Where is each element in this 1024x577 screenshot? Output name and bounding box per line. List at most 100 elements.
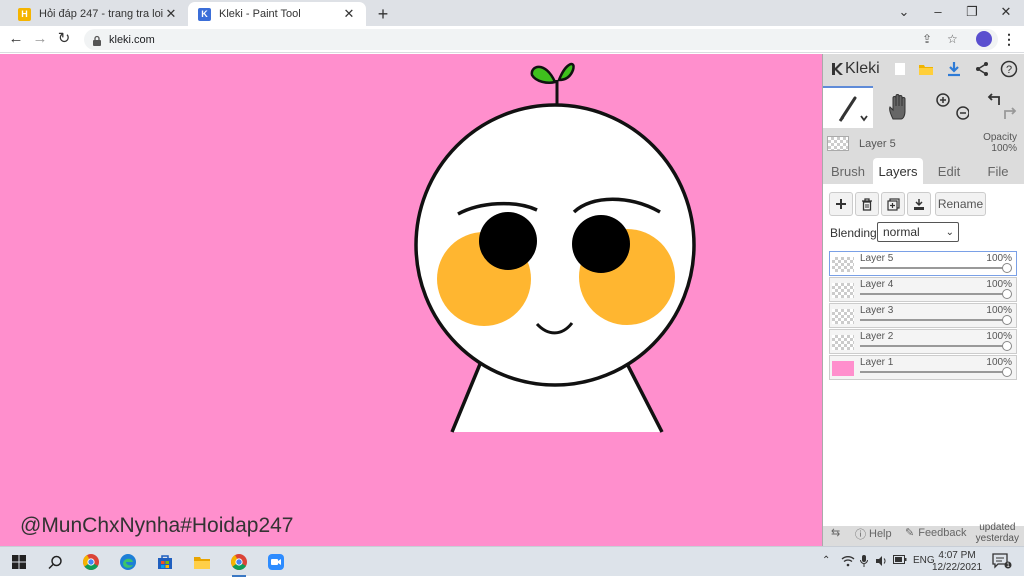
layer-opacity-slider[interactable]	[860, 319, 1006, 321]
browser-menu-icon[interactable]: ⋮	[1002, 31, 1016, 48]
layer-item[interactable]: Layer 2 100%	[829, 329, 1017, 354]
windows-taskbar: ⌃ ENG 4:07 PM 12/22/2021 1	[0, 546, 1024, 577]
tab-layers[interactable]: Layers	[873, 158, 923, 184]
help-link[interactable]: ⓘ Help	[855, 526, 892, 542]
tab-kleki[interactable]: K Kleki - Paint Tool ✕	[188, 2, 366, 26]
help-circle-icon: ⓘ	[855, 529, 866, 541]
profile-avatar[interactable]	[976, 31, 992, 47]
chevron-down-icon: ⌄	[945, 226, 954, 238]
layer-opacity-slider[interactable]	[860, 345, 1006, 347]
new-tab-icon[interactable]: +	[374, 4, 392, 25]
layer-item[interactable]: Layer 1 100%	[829, 355, 1017, 380]
blending-label: Blending	[830, 226, 877, 240]
layer-thumbnail	[832, 257, 854, 272]
notification-icon[interactable]: 1	[992, 553, 1012, 572]
clock-date: 12/22/2021	[932, 562, 983, 573]
hand-tool-button[interactable]	[875, 86, 923, 128]
current-layer-opacity: Opacity 100%	[983, 132, 1017, 154]
tab-search-icon[interactable]: ⌄	[896, 4, 912, 20]
feedback-link[interactable]: ✎ Feedback	[905, 526, 967, 540]
brush-icon	[838, 96, 868, 122]
browser-toolbar: ← → ↻ kleki.com ⇪ ☆ ⋮	[0, 26, 1024, 53]
drawing-canvas[interactable]: @MunChxNynha#Hoidap247	[0, 54, 822, 546]
updated-line: updated	[979, 522, 1016, 533]
clock-time: 4:07 PM	[938, 550, 976, 561]
close-tab-icon[interactable]: ✕	[342, 6, 356, 22]
layer-opacity-knob[interactable]	[1002, 341, 1012, 351]
layer-item[interactable]: Layer 5 100%	[829, 251, 1017, 276]
current-layer-name: Layer 5	[859, 138, 896, 150]
volume-icon[interactable]	[875, 555, 887, 570]
help-label: Help	[869, 528, 892, 540]
file-explorer-icon[interactable]	[191, 551, 213, 573]
share-icon[interactable]: ⇪	[922, 32, 932, 46]
updated-note[interactable]: updated yesterday	[976, 522, 1019, 544]
layer-name: Layer 4	[860, 279, 894, 290]
layer-opacity-knob[interactable]	[1002, 315, 1012, 325]
help-icon[interactable]: ?	[1000, 60, 1018, 78]
swap-side-icon[interactable]: ⇆	[831, 526, 840, 539]
address-bar[interactable]: kleki.com ⇪ ☆	[84, 29, 998, 50]
svg-text:?: ?	[1006, 64, 1012, 76]
layer-opacity-slider[interactable]	[860, 371, 1006, 373]
tool-row	[823, 86, 1024, 128]
duplicate-layer-button[interactable]	[881, 192, 905, 216]
feedback-icon: ✎	[905, 527, 915, 539]
zoom-icons[interactable]	[929, 91, 969, 123]
blending-value: normal	[883, 225, 920, 239]
close-tab-icon[interactable]: ✕	[164, 6, 178, 22]
store-icon[interactable]	[154, 551, 176, 573]
url-text: kleki.com	[109, 33, 155, 46]
minimize-icon[interactable]: –	[930, 4, 946, 19]
layer-opacity-knob[interactable]	[1002, 263, 1012, 273]
microphone-icon[interactable]	[860, 555, 868, 570]
restore-icon[interactable]: ❐	[964, 4, 980, 20]
edge-icon[interactable]	[117, 551, 139, 573]
layer-opacity-slider[interactable]	[860, 267, 1006, 269]
brush-tool-button[interactable]	[823, 86, 873, 128]
drawing-artwork	[414, 62, 696, 433]
tab-file[interactable]: File	[975, 158, 1021, 184]
rename-layer-button[interactable]: Rename	[935, 192, 986, 216]
wifi-icon[interactable]	[841, 555, 855, 570]
forward-icon[interactable]: →	[32, 31, 48, 47]
layer-opacity-knob[interactable]	[1002, 367, 1012, 377]
layer-thumbnail	[832, 309, 854, 324]
tab-edit[interactable]: Edit	[927, 158, 971, 184]
layer-name: Layer 2	[860, 331, 894, 342]
layer-item[interactable]: Layer 4 100%	[829, 277, 1017, 302]
chrome-icon[interactable]	[80, 551, 102, 573]
merge-down-button[interactable]	[907, 192, 931, 216]
new-image-icon[interactable]	[891, 60, 909, 78]
share-icon[interactable]	[973, 60, 991, 78]
layer-thumbnail	[832, 283, 854, 298]
reload-icon[interactable]: ↻	[56, 31, 72, 47]
tab-hoidap[interactable]: H Hỏi đáp 247 - trang tra loi ✕	[8, 2, 188, 26]
kleki-side-panel: Kleki ? Layer 5 Opacity 100% Brush Layer…	[822, 54, 1024, 546]
browser-tab-strip: H Hỏi đáp 247 - trang tra loi ✕ K Kleki …	[0, 0, 1024, 26]
chrome-active-icon[interactable]	[228, 551, 250, 577]
delete-layer-button[interactable]	[855, 192, 879, 216]
layer-opacity-slider[interactable]	[860, 293, 1006, 295]
panel-header: Kleki ?	[823, 54, 1024, 84]
tray-expand-icon[interactable]: ⌃	[822, 555, 830, 566]
layer-name: Layer 3	[860, 305, 894, 316]
add-layer-button[interactable]	[829, 192, 853, 216]
battery-icon[interactable]	[893, 555, 907, 567]
close-window-icon[interactable]: ✕	[998, 4, 1014, 20]
layer-item[interactable]: Layer 3 100%	[829, 303, 1017, 328]
layer-name: Layer 1	[860, 357, 894, 368]
clock[interactable]: 4:07 PM 12/22/2021	[932, 550, 982, 574]
undo-redo-icons[interactable]	[979, 91, 1019, 123]
tab-brush[interactable]: Brush	[825, 158, 871, 184]
layer-thumbnail	[832, 361, 854, 376]
layer-opacity-knob[interactable]	[1002, 289, 1012, 299]
search-icon[interactable]	[44, 551, 66, 573]
bookmark-star-icon[interactable]: ☆	[947, 32, 958, 46]
download-icon[interactable]	[945, 60, 963, 78]
blending-select[interactable]: normal ⌄	[877, 222, 959, 242]
start-windows-icon[interactable]	[8, 551, 30, 573]
back-icon[interactable]: ←	[8, 31, 24, 47]
zoom-app-icon[interactable]	[265, 551, 287, 573]
open-folder-icon[interactable]	[917, 60, 935, 78]
